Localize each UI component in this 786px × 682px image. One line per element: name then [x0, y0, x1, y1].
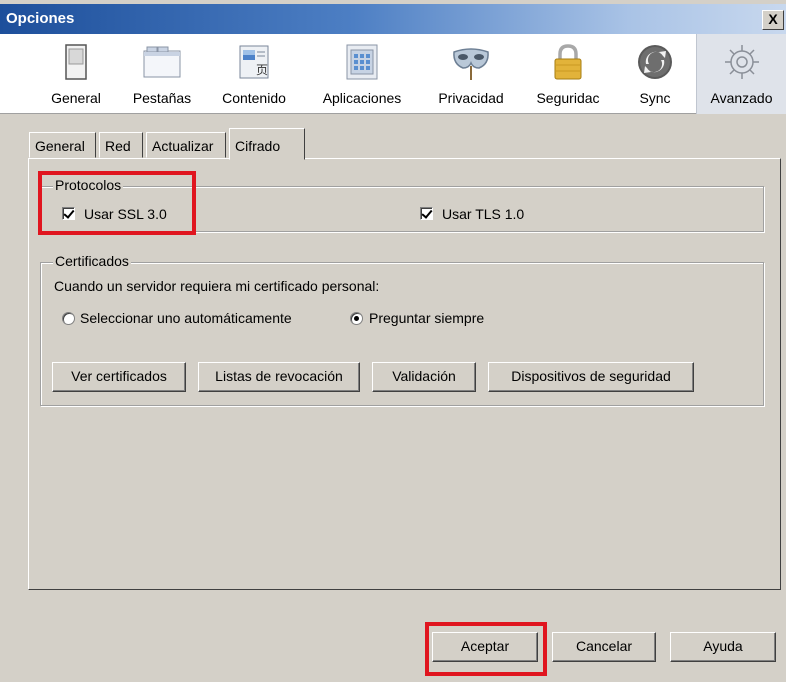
help-button[interactable]: Ayuda — [670, 632, 776, 662]
certificate-prompt: Cuando un servidor requiera mi certifica… — [54, 278, 380, 294]
toolbar-label: Aplicaciones — [322, 90, 402, 106]
close-button[interactable]: X — [762, 10, 784, 30]
toolbar-label: Seguridac — [536, 90, 600, 106]
gear-icon — [724, 45, 759, 79]
toolbar-general[interactable]: General — [36, 34, 116, 114]
padlock-icon — [554, 44, 582, 80]
toolbar-label: Pestañas — [132, 90, 192, 106]
svg-text:页: 页 — [256, 63, 268, 77]
cancel-button[interactable]: Cancelar — [552, 632, 656, 662]
window-title: Opciones — [6, 10, 75, 27]
sync-icon — [638, 45, 672, 79]
tab-general[interactable]: General — [29, 132, 96, 158]
toolbar-label: Sync — [639, 90, 671, 106]
tls-label: Usar TLS 1.0 — [442, 206, 525, 222]
toolbar-applications[interactable]: Aplicaciones — [310, 34, 414, 114]
toolbar-tabs[interactable]: Pestañas — [124, 34, 200, 114]
ssl-checkbox[interactable] — [62, 207, 75, 220]
preferences-toolbar: General Pestañas 页 Contenido Aplicacione… — [0, 34, 786, 114]
toolbar-security[interactable]: Seguridac — [526, 34, 610, 114]
view-certificates-button[interactable]: Ver certificados — [52, 362, 186, 392]
tab-actualizar[interactable]: Actualizar — [146, 132, 226, 158]
toolbar-sync[interactable]: Sync — [622, 34, 688, 114]
applications-icon — [346, 44, 378, 80]
tab-red[interactable]: Red — [99, 132, 143, 158]
protocols-legend: Protocolos — [53, 177, 124, 193]
revocation-lists-button[interactable]: Listas de revocación — [198, 362, 360, 392]
radio-auto[interactable] — [62, 312, 75, 325]
certificates-legend: Certificados — [53, 253, 131, 269]
radio-auto-label: Seleccionar uno automáticamente — [80, 310, 292, 326]
toolbar-label: Privacidad — [438, 90, 504, 106]
validation-button[interactable]: Validación — [372, 362, 476, 392]
toolbar-privacy[interactable]: Privacidad — [426, 34, 516, 114]
tls-checkbox[interactable] — [420, 207, 433, 220]
content-icon: 页 — [239, 45, 269, 79]
radio-ask-label: Preguntar siempre — [369, 310, 485, 326]
ssl-label: Usar SSL 3.0 — [84, 206, 167, 222]
security-devices-button[interactable]: Dispositivos de seguridad — [488, 362, 694, 392]
ok-button[interactable]: Aceptar — [432, 632, 538, 662]
switch-icon — [65, 44, 87, 80]
title-bar[interactable]: Opciones X — [0, 4, 786, 34]
toolbar-content[interactable]: 页 Contenido — [212, 34, 296, 114]
tabs-window-icon — [143, 46, 181, 78]
mask-icon — [453, 48, 489, 80]
toolbar-label: General — [51, 90, 101, 106]
radio-ask[interactable] — [350, 312, 363, 325]
tab-cifrado[interactable]: Cifrado — [229, 128, 305, 160]
toolbar-label: Contenido — [222, 90, 286, 106]
options-dialog: Opciones X General Pestañas 页 Contenido … — [0, 0, 786, 682]
toolbar-advanced[interactable]: Avanzado — [696, 34, 786, 114]
toolbar-label: Avanzado — [710, 90, 773, 106]
